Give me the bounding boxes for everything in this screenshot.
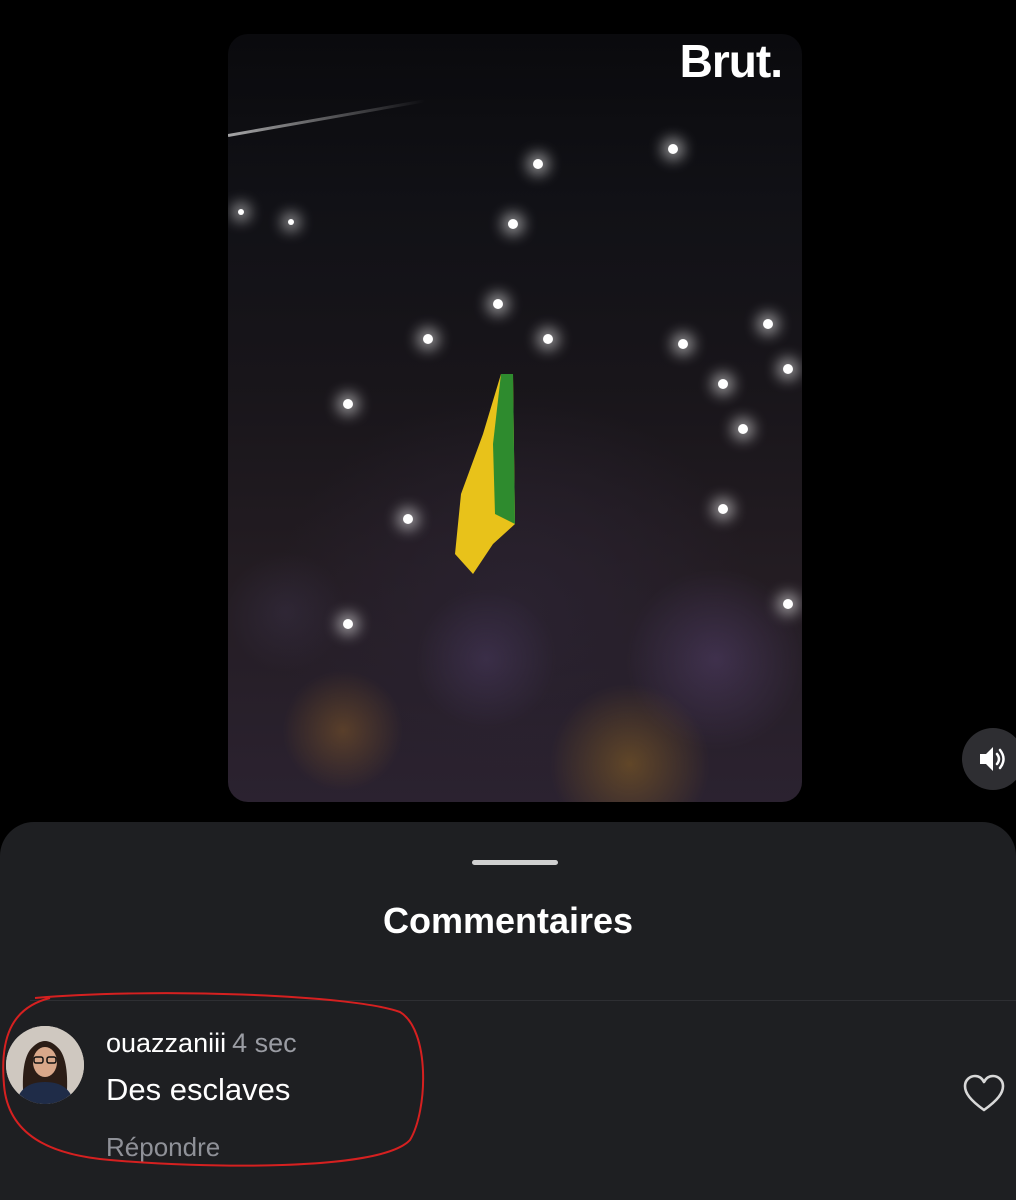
reply-button[interactable]: Répondre [106, 1132, 220, 1163]
phone-light [423, 334, 433, 344]
phone-light [718, 379, 728, 389]
flag [455, 374, 515, 574]
phone-light [533, 159, 543, 169]
heart-icon[interactable] [962, 1074, 1006, 1114]
phone-light [668, 144, 678, 154]
phone-light [343, 619, 353, 629]
phone-light [508, 219, 518, 229]
avatar[interactable] [6, 1026, 84, 1104]
phone-light [783, 364, 793, 374]
sheet-drag-handle[interactable] [472, 860, 558, 865]
phone-light [738, 424, 748, 434]
phone-light [493, 299, 503, 309]
phone-light [288, 219, 294, 225]
horizon-light [228, 99, 426, 137]
speaker-icon [980, 747, 1005, 771]
phone-light [238, 209, 244, 215]
phone-light [718, 504, 728, 514]
comments-sheet: Commentaires ouazzaniii 4 sec Des esclave… [0, 822, 1016, 1200]
avatar-image [6, 1026, 84, 1104]
comments-title: Commentaires [382, 900, 634, 941]
divider [30, 1000, 1016, 1001]
phone-light [783, 599, 793, 609]
video-player[interactable]: Brut. [228, 34, 802, 802]
phone-light [763, 319, 773, 329]
sound-toggle-button[interactable] [962, 728, 1016, 790]
comment-username[interactable]: ouazzaniii [106, 1028, 226, 1058]
phone-light [543, 334, 553, 344]
comment-timestamp: 4 sec [232, 1028, 297, 1058]
comment-text: Des esclaves [106, 1072, 291, 1107]
phone-light [343, 399, 353, 409]
brand-watermark: Brut. [679, 35, 783, 87]
comment-item: ouazzaniii 4 sec Des esclaves Répondre [0, 1022, 1016, 1172]
phone-light [678, 339, 688, 349]
phone-light [403, 514, 413, 524]
comment-header: ouazzaniii 4 sec [106, 1028, 297, 1059]
